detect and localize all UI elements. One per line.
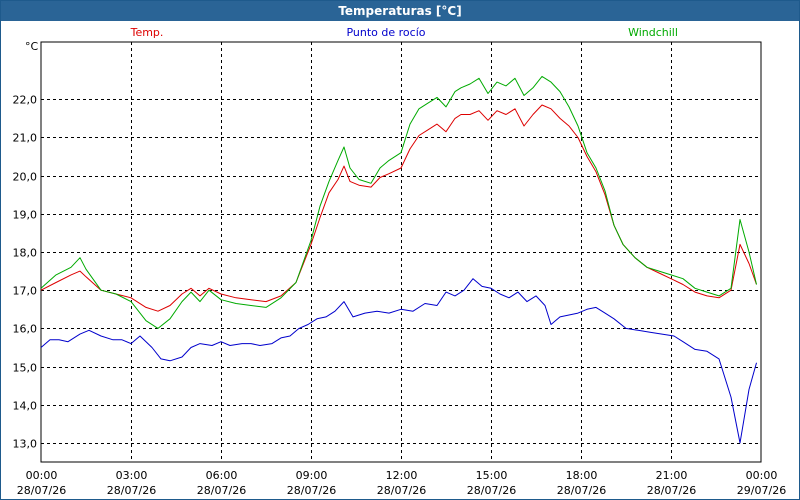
y-tick-label: 19,0 (13, 209, 38, 222)
y-tick-label: 17,0 (13, 285, 38, 298)
x-tick-date: 28/07/26 (17, 484, 66, 497)
y-tick-label: 20,0 (13, 171, 38, 184)
x-tick-date: 28/07/26 (197, 484, 246, 497)
y-tick-label: 21,0 (13, 132, 38, 145)
y-tick-label: 14,0 (13, 400, 38, 413)
x-tick-date: 28/07/26 (377, 484, 426, 497)
y-tick-label: 13,0 (13, 438, 38, 451)
chart-window: Temperaturas [°C] 13,0 14,0 15,0 16,0 17,0 18… (0, 0, 800, 500)
x-tick-date: 28/07/26 (557, 484, 606, 497)
legend: Temp. Punto de rocío Windchill (130, 26, 678, 39)
chart: 13,0 14,0 15,0 16,0 17,0 18,0 19,0 20,0 21,0 22,0… (13, 26, 787, 497)
y-axis-unit: °C (25, 40, 39, 53)
x-tick-date: 29/07/26 (737, 484, 786, 497)
x-tick-time: 00:00 (26, 469, 58, 482)
y-tick-label: 15,0 (13, 362, 38, 375)
x-tick-date: 28/07/26 (287, 484, 336, 497)
x-tick-date: 28/07/26 (647, 484, 696, 497)
x-tick-time: 06:00 (206, 469, 238, 482)
legend-item: Punto de rocío (346, 26, 425, 39)
x-tick-time: 03:00 (116, 469, 148, 482)
y-axis: 13,0 14,0 15,0 16,0 17,0 18,0 19,0 20,0 21,0 22,0 (13, 94, 38, 451)
y-tick-label: 22,0 (13, 94, 38, 107)
x-tick-time: 21:00 (656, 469, 688, 482)
legend-item: Windchill (628, 26, 678, 39)
x-tick-date: 28/07/26 (467, 484, 516, 497)
legend-item: Temp. (130, 26, 164, 39)
x-tick-time: 00:00 (746, 469, 778, 482)
x-tick-time: 15:00 (476, 469, 508, 482)
y-tick-label: 18,0 (13, 247, 38, 260)
window-title: Temperaturas [°C] (1, 1, 799, 21)
x-tick-date: 28/07/26 (107, 484, 156, 497)
x-axis: 00:00 28/07/26 03:00 28/07/26 06:00 28/07/26 0… (17, 469, 786, 497)
x-tick-time: 09:00 (296, 469, 328, 482)
y-tick-label: 16,0 (13, 323, 38, 336)
x-tick-time: 18:00 (566, 469, 598, 482)
x-tick-time: 12:00 (386, 469, 418, 482)
